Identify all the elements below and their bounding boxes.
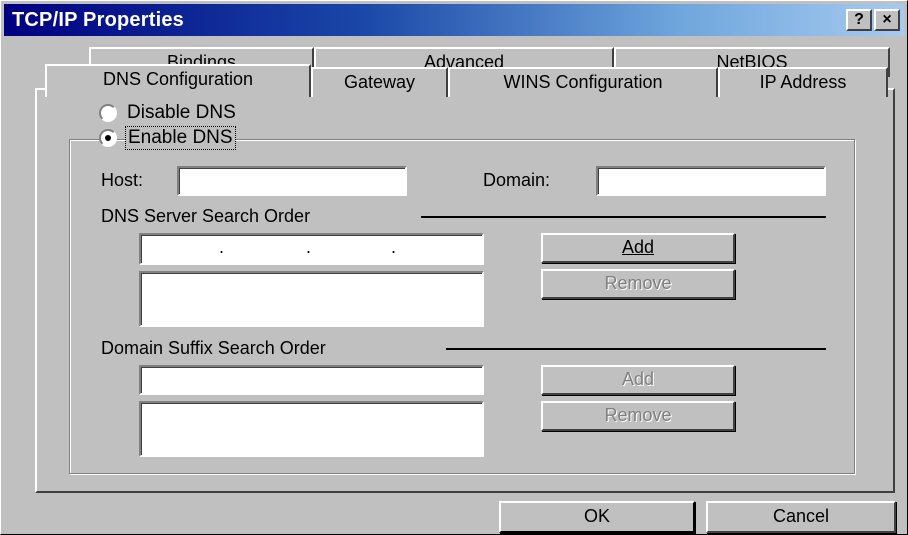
radio-selected-dot: [105, 135, 111, 141]
domain-label: Domain:: [483, 170, 551, 190]
dns-server-list[interactable]: [139, 271, 484, 327]
host-label: Host:: [101, 170, 144, 190]
ok-label: OK: [583, 506, 610, 526]
close-icon: ×: [882, 11, 892, 28]
disable-dns-radio[interactable]: Disable DNS: [99, 102, 319, 126]
cancel-button[interactable]: Cancel: [706, 501, 896, 533]
radio-circle: [99, 129, 117, 147]
window-title: TCP/IP Properties: [12, 9, 184, 31]
dns-server-ip-input[interactable]: . . .: [139, 233, 484, 265]
help-icon: ?: [854, 11, 864, 28]
domain-suffix-list[interactable]: [139, 401, 484, 457]
title-bar[interactable]: TCP/IP Properties ? ×: [4, 4, 904, 36]
host-input[interactable]: [177, 166, 407, 196]
domain-suffix-separator: [446, 348, 826, 350]
cancel-label: Cancel: [772, 506, 830, 526]
tab-gateway[interactable]: Gateway: [311, 67, 448, 97]
disable-dns-label: Disable DNS: [127, 102, 236, 123]
radio-circle: [99, 104, 117, 122]
domain-suffix-search-order-label: Domain Suffix Search Order: [101, 338, 330, 359]
add-label: Add: [621, 237, 655, 257]
domain-suffix-input[interactable]: [139, 365, 484, 395]
tab-label: IP Address: [759, 72, 847, 92]
ip-separator-2: .: [306, 237, 312, 257]
tab-row-front: DNS Configuration Gateway WINS Configura…: [45, 64, 897, 97]
domain-suffix-remove-button[interactable]: Remove: [541, 401, 735, 431]
tab-label: WINS Configuration: [503, 72, 663, 92]
remove-label: Remove: [604, 273, 672, 293]
tab-ip-address[interactable]: IP Address: [718, 67, 888, 97]
add-label: Add: [621, 369, 655, 389]
tcpip-properties-window: TCP/IP Properties ? × Bindings Advanced …: [0, 0, 908, 535]
tab-dns-configuration[interactable]: DNS Configuration: [45, 64, 311, 97]
dns-server-add-button[interactable]: Add: [541, 233, 735, 263]
help-button[interactable]: ?: [846, 9, 872, 31]
dns-server-search-order-label: DNS Server Search Order: [101, 206, 315, 227]
enable-dns-label: Enable DNS: [125, 126, 236, 150]
ip-separator-1: .: [219, 237, 225, 257]
domain-suffix-add-button[interactable]: Add: [541, 365, 735, 395]
domain-input[interactable]: [596, 166, 826, 196]
ip-separator-3: .: [391, 237, 397, 257]
dns-server-separator: [421, 216, 826, 218]
tab-label: DNS Configuration: [102, 69, 254, 89]
close-button[interactable]: ×: [874, 9, 900, 31]
tab-label: Gateway: [343, 72, 416, 92]
tab-wins-configuration[interactable]: WINS Configuration: [448, 67, 718, 97]
dns-server-remove-button[interactable]: Remove: [541, 269, 735, 299]
ok-button[interactable]: OK: [499, 501, 695, 533]
enable-dns-radio[interactable]: Enable DNS: [99, 126, 319, 151]
remove-label: Remove: [604, 405, 672, 425]
